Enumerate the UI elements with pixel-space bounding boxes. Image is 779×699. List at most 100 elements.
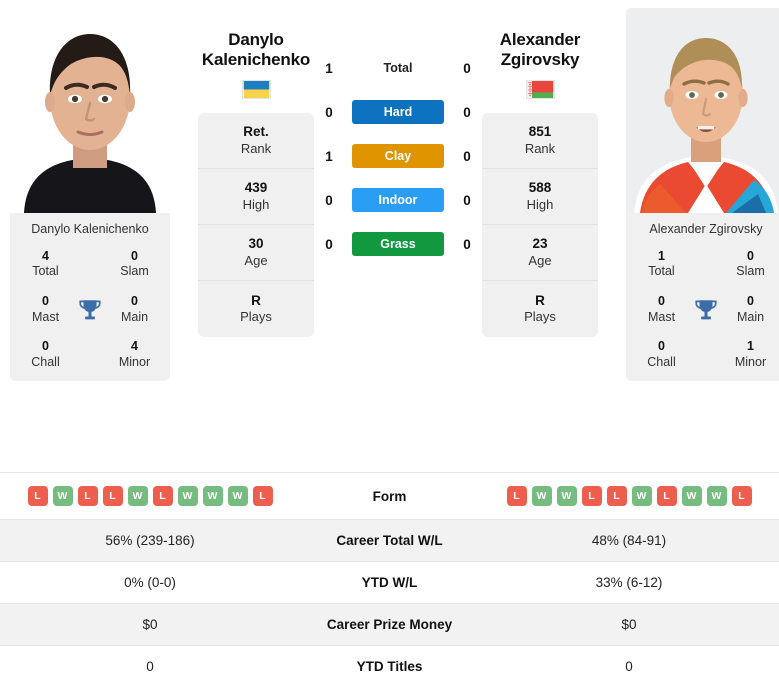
left-titles-mast-value: 0 — [42, 294, 49, 308]
left-form-badge[interactable]: W — [227, 486, 248, 506]
right-form-badge[interactable]: W — [531, 486, 552, 506]
right-form-badge[interactable]: W — [681, 486, 702, 506]
surface-label-total: Total — [383, 61, 413, 75]
left-stat-age: 30 Age — [198, 225, 314, 282]
left-titles-mast-label: Mast — [31, 309, 60, 324]
left-stat-high-label: High — [242, 196, 270, 212]
left-player-card[interactable]: Danylo Kalenichenko 4 Total 0 Slam 0 Mas… — [10, 8, 170, 381]
left-h2h-total: 1 — [325, 60, 333, 76]
left-form-badge[interactable]: L — [102, 486, 123, 506]
left-stat-high-value: 439 — [244, 180, 268, 196]
right-titles-total: 1 Total — [634, 249, 689, 280]
row-label-form: Form — [372, 488, 407, 504]
left-form-badge[interactable]: W — [177, 486, 198, 506]
left-titles-slam-value: 0 — [131, 248, 138, 263]
right-titles-slam-label: Slam — [736, 264, 765, 279]
left-titles-grid: 4 Total 0 Slam 0 Mast 0 Main 0 Chall 4 M… — [10, 249, 170, 371]
surface-button-indoor[interactable]: Indoor — [352, 188, 444, 212]
left-titles-total-label: Total — [32, 264, 59, 279]
right-form-badge[interactable]: L — [506, 486, 527, 506]
left-h2h-indoor: 0 — [325, 192, 333, 208]
row-label-ytd-titles: YTD Titles — [356, 659, 423, 674]
right-player-column: Alexander Zgirovsky 1 Total 0 Slam 0 Mas… — [626, 8, 779, 381]
left-stat-high: 439 High — [198, 169, 314, 226]
left-career-total-wl: 56% (239-186) — [105, 533, 195, 548]
right-titles-chall-value: 0 — [658, 339, 665, 354]
left-titles-chall-value: 0 — [42, 339, 49, 354]
right-h2h-hard: 0 — [463, 104, 471, 120]
right-player-card[interactable]: Alexander Zgirovsky 1 Total 0 Slam 0 Mas… — [626, 8, 779, 381]
right-titles-total-value: 1 — [658, 248, 665, 263]
ukraine-flag-icon — [241, 80, 271, 100]
left-career-prize-money: $0 — [142, 617, 158, 632]
left-stat-plays-label: Plays — [240, 309, 272, 325]
player-comparison-page: Danylo Kalenichenko 4 Total 0 Slam 0 Mas… — [0, 0, 779, 699]
left-titles-total: 4 Total — [18, 249, 73, 280]
left-player-name: Danylo Kalenichenko — [198, 30, 314, 70]
left-titles-main-value: 0 — [131, 294, 138, 308]
table-row-ytd-wl: 0% (0-0) YTD W/L 33% (6-12) — [0, 561, 779, 604]
row-label-career-prize-money: Career Prize Money — [326, 617, 453, 632]
right-titles-minor-value: 1 — [747, 339, 754, 354]
right-titles-chall-label: Chall — [647, 354, 676, 369]
left-titles-chall-label: Chall — [31, 354, 60, 369]
left-titles-chall: 0 Chall — [18, 339, 73, 370]
right-stat-plays-value: R — [535, 292, 545, 308]
left-h2h-grass: 0 — [325, 236, 333, 252]
left-form-badge[interactable]: L — [27, 486, 48, 506]
left-h2h-clay: 1 — [325, 148, 333, 164]
left-stat-stack: Ret. Rank 439 High 30 Age R Plays — [198, 113, 314, 338]
right-stat-high: 588 High — [482, 169, 598, 226]
right-form-badge[interactable]: W — [631, 486, 652, 506]
belarus-flag-icon — [525, 80, 555, 100]
left-titles-total-value: 4 — [42, 248, 49, 263]
left-form-badge[interactable]: L — [152, 486, 173, 506]
left-form-badge[interactable]: L — [77, 486, 98, 506]
left-form-cell: LWLLWLWWWL — [0, 473, 300, 520]
right-form-badge[interactable]: W — [706, 486, 727, 506]
surface-button-grass[interactable]: Grass — [352, 232, 444, 256]
right-titles-slam-value: 0 — [747, 248, 754, 263]
surface-button-clay[interactable]: Clay — [352, 144, 444, 168]
trophy-icon — [73, 297, 107, 323]
right-form-badge[interactable]: L — [581, 486, 602, 506]
right-player-last-name: Zgirovsky — [500, 50, 580, 70]
right-form-badge[interactable]: L — [656, 486, 677, 506]
comparison-stats-table: LWLLWLWWWL Form LWWLLWLWWL 56% (239-186)… — [0, 472, 779, 687]
right-titles-main: 0 Main — [723, 294, 778, 325]
right-h2h-clay: 0 — [463, 148, 471, 164]
left-form-badge[interactable]: W — [202, 486, 223, 506]
right-h2h-total: 0 — [463, 60, 471, 76]
right-form-badge[interactable]: L — [606, 486, 627, 506]
right-ytd-titles: 0 — [625, 659, 633, 674]
right-flag-row — [482, 80, 598, 100]
right-h2h-indoor: 0 — [463, 192, 471, 208]
left-form-badge[interactable]: W — [52, 486, 73, 506]
right-titles-chall: 0 Chall — [634, 339, 689, 370]
left-stat-age-label: Age — [244, 252, 268, 268]
left-stat-age-value: 30 — [248, 236, 264, 252]
left-form-badge[interactable]: W — [127, 486, 148, 506]
surface-h2h-column: 1 Total 0 0 Hard 0 1 Clay 0 0 Indoor 0 0 — [314, 8, 482, 276]
table-row-career-prize-money: $0 Career Prize Money $0 — [0, 603, 779, 646]
right-titles-mast-label: Mast — [647, 309, 676, 324]
left-player-card-name: Danylo Kalenichenko — [31, 222, 149, 236]
right-titles-main-label: Main — [736, 309, 765, 324]
left-titles-slam: 0 Slam — [107, 249, 162, 280]
left-titles-minor: 4 Minor — [107, 339, 162, 370]
right-player-photo — [626, 8, 779, 213]
left-titles-main-label: Main — [120, 309, 149, 324]
table-row-form: LWLLWLWWWL Form LWWLLWLWWL — [0, 472, 779, 520]
right-career-prize-money: $0 — [621, 617, 637, 632]
surface-row-total: 1 Total 0 — [314, 56, 482, 80]
left-stat-rank: Ret. Rank — [198, 113, 314, 170]
left-form-badge[interactable]: L — [252, 486, 273, 506]
right-form-badge[interactable]: L — [731, 486, 752, 506]
right-form-badge[interactable]: W — [556, 486, 577, 506]
surface-button-hard[interactable]: Hard — [352, 100, 444, 124]
left-stat-plays-value: R — [251, 292, 261, 308]
right-titles-total-label: Total — [648, 264, 675, 279]
left-titles-minor-label: Minor — [118, 354, 151, 369]
left-player-column: Danylo Kalenichenko 4 Total 0 Slam 0 Mas… — [10, 8, 170, 381]
right-titles-slam: 0 Slam — [723, 249, 778, 280]
